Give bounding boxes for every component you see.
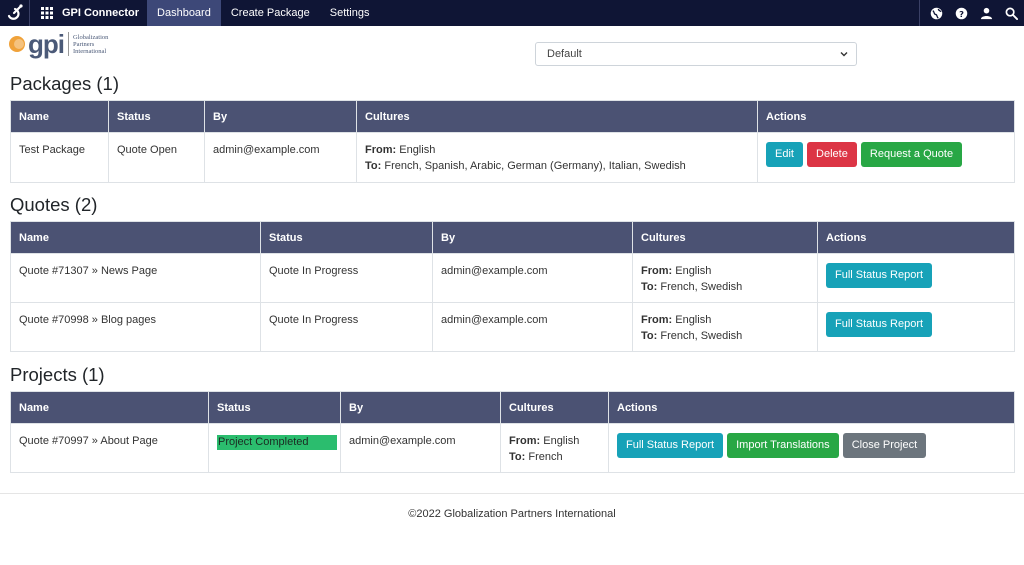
edit-button[interactable]: Edit [766, 142, 803, 167]
package-actions: Edit Delete Request a Quote [757, 132, 1015, 183]
delete-button[interactable]: Delete [807, 142, 857, 167]
chevron-down-icon [840, 52, 848, 57]
column-header: Name [10, 221, 261, 254]
quote-name: Quote #70998 » Blog pages [10, 302, 261, 352]
gpi-logo-mark-icon [9, 36, 25, 52]
logo-text: gpi [28, 29, 65, 59]
site-select[interactable]: Default [535, 42, 857, 66]
svg-text:?: ? [959, 8, 964, 18]
table-row: Quote #70998 » Blog pages Quote In Progr… [10, 302, 1015, 352]
to-label: To: [509, 451, 526, 463]
navbar-tools: ? [919, 0, 1024, 26]
language-icon[interactable] [924, 0, 949, 26]
project-cultures: From: English To: French [500, 423, 609, 473]
request-quote-button[interactable]: Request a Quote [860, 142, 963, 167]
column-header: Cultures [632, 221, 818, 254]
project-status-cell: Project Completed [208, 423, 341, 473]
column-header: Status [208, 391, 341, 424]
column-header: Actions [608, 391, 1015, 424]
gpi-logo: gpi Globalization Partners International [8, 31, 108, 57]
table-header-row: Name Status By Cultures Actions [10, 391, 1015, 424]
app-logo-icon[interactable] [0, 0, 30, 26]
to-cultures: French [528, 451, 563, 463]
to-cultures: French, Swedish [660, 330, 743, 342]
projects-table: Name Status By Cultures Actions Quote #7… [10, 391, 1015, 473]
from-label: From: [365, 144, 397, 156]
column-header: By [204, 100, 357, 133]
quote-status: Quote In Progress [260, 253, 433, 303]
from-label: From: [641, 314, 673, 326]
table-header-row: Name Status By Cultures Actions [10, 100, 1015, 133]
project-actions: Full Status Report Import Translations C… [608, 423, 1015, 473]
quote-cultures: From: English To: French, Swedish [632, 253, 818, 303]
app-name[interactable]: GPI Connector [62, 7, 139, 19]
quote-actions: Full Status Report [817, 253, 1015, 303]
packages-table: Name Status By Cultures Actions Test Pac… [10, 100, 1015, 183]
package-by: admin@example.com [204, 132, 357, 183]
tab-settings[interactable]: Settings [320, 0, 380, 26]
to-cultures: French, Swedish [660, 281, 743, 293]
site-select-value: Default [547, 48, 582, 60]
column-header: Name [10, 100, 109, 133]
logo-line-1: Globalization [73, 33, 109, 41]
column-header: Actions [817, 221, 1015, 254]
column-header: By [340, 391, 501, 424]
quote-by: admin@example.com [432, 302, 633, 352]
to-label: To: [641, 330, 658, 342]
quote-status: Quote In Progress [260, 302, 433, 352]
project-name: Quote #70997 » About Page [10, 423, 209, 473]
quotes-heading: Quotes (2) [10, 194, 98, 215]
column-header: Status [108, 100, 205, 133]
top-navbar: GPI Connector Dashboard Create Package S… [0, 0, 1024, 26]
table-row: Quote #71307 » News Page Quote In Progre… [10, 253, 1015, 303]
logo-line-2: Partners [73, 40, 95, 48]
table-row: Test Package Quote Open admin@example.co… [10, 132, 1015, 183]
column-header: Cultures [500, 391, 609, 424]
column-header: Status [260, 221, 433, 254]
from-culture: English [543, 435, 580, 447]
logo-line-3: International [73, 47, 107, 55]
to-label: To: [641, 281, 658, 293]
from-label: From: [641, 265, 673, 277]
package-status: Quote Open [108, 132, 205, 183]
project-by: admin@example.com [340, 423, 501, 473]
footer-divider [0, 493, 1024, 494]
package-cultures: From: English To: French, Spanish, Arabi… [356, 132, 758, 183]
import-translations-button[interactable]: Import Translations [727, 433, 839, 458]
logo-company-name: Globalization Partners International [73, 34, 108, 55]
close-project-button[interactable]: Close Project [842, 433, 927, 458]
quote-cultures: From: English To: French, Swedish [632, 302, 818, 352]
table-header-row: Name Status By Cultures Actions [10, 221, 1015, 254]
logo-divider [68, 32, 69, 56]
quote-name: Quote #71307 » News Page [10, 253, 261, 303]
package-name: Test Package [10, 132, 109, 183]
from-culture: English [675, 265, 712, 277]
from-culture: English [675, 314, 712, 326]
tab-dashboard[interactable]: Dashboard [147, 0, 221, 26]
search-icon[interactable] [999, 0, 1024, 26]
user-icon[interactable] [974, 0, 999, 26]
apps-grid-icon[interactable] [34, 0, 60, 26]
column-header: Cultures [356, 100, 758, 133]
help-icon[interactable]: ? [949, 0, 974, 26]
column-header: By [432, 221, 633, 254]
column-header: Name [10, 391, 209, 424]
quote-actions: Full Status Report [817, 302, 1015, 352]
table-row: Quote #70997 » About Page Project Comple… [10, 423, 1015, 473]
to-label: To: [365, 160, 382, 172]
packages-heading: Packages (1) [10, 73, 119, 94]
quote-by: admin@example.com [432, 253, 633, 303]
status-badge: Project Completed [217, 435, 337, 450]
quotes-table: Name Status By Cultures Actions Quote #7… [10, 221, 1015, 352]
projects-heading: Projects (1) [10, 364, 105, 385]
full-status-report-button[interactable]: Full Status Report [826, 312, 933, 337]
footer-copyright: ©2022 Globalization Partners Internation… [408, 508, 616, 520]
full-status-report-button[interactable]: Full Status Report [617, 433, 724, 458]
tab-create-package[interactable]: Create Package [221, 0, 320, 26]
to-cultures: French, Spanish, Arabic, German (Germany… [384, 160, 686, 172]
full-status-report-button[interactable]: Full Status Report [826, 263, 933, 288]
column-header: Actions [757, 100, 1015, 133]
from-culture: English [399, 144, 436, 156]
from-label: From: [509, 435, 541, 447]
